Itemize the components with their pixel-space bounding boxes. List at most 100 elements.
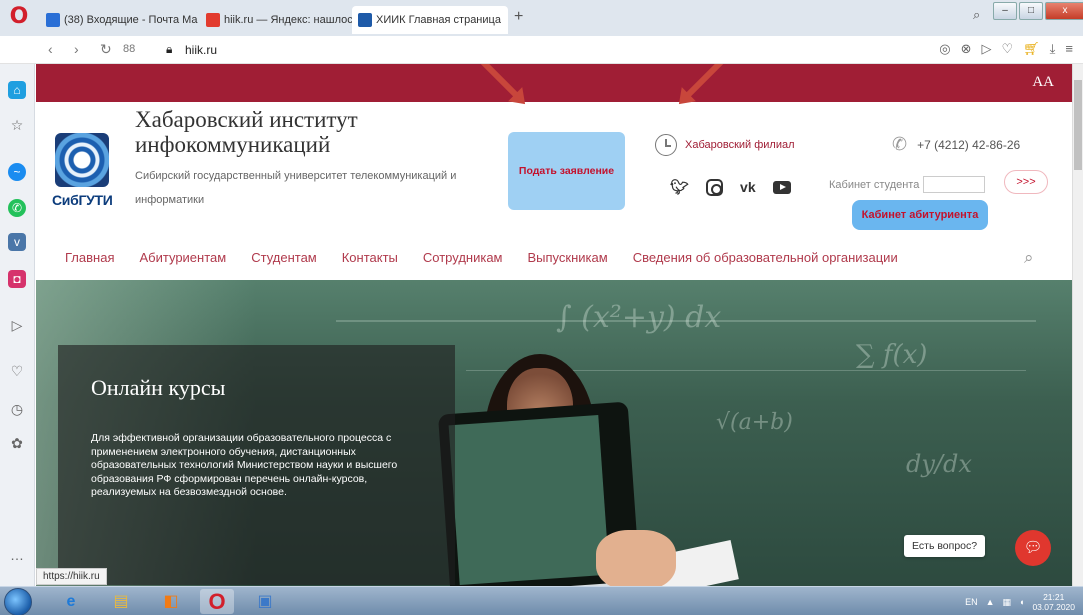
scrollbar-thumb[interactable] [1074, 80, 1082, 170]
institute-title: Хабаровский институт инфокоммуникаций [135, 107, 358, 157]
download-icon[interactable]: ⤓ [1050, 41, 1056, 57]
apply-button[interactable]: Подать заявление [508, 132, 625, 210]
taskbar-clock[interactable]: 21:21 03.07.2020 [1032, 592, 1075, 612]
tablet-screen [448, 414, 610, 586]
hero-text: Для эффективной организации образователь… [91, 432, 398, 499]
student-cabinet-input[interactable] [923, 176, 986, 193]
extensions-icon[interactable]: ✿ [8, 434, 26, 452]
more-icon[interactable]: … [8, 546, 26, 564]
twitter-icon[interactable]: 🐦︎ [670, 178, 689, 196]
tab-hiik[interactable]: ХИИК Главная страница ✕ [352, 6, 508, 34]
cart-icon[interactable]: 🛒︎ [1023, 41, 1040, 57]
explorer-taskbar-icon[interactable]: ▤ [104, 589, 138, 614]
font-size-toggle[interactable]: AA [1032, 74, 1054, 91]
instagram-icon[interactable]: ◘ [8, 270, 26, 288]
youtube-icon[interactable] [772, 180, 791, 194]
ie-taskbar-icon[interactable]: e [54, 589, 88, 614]
address-bar-actions: ◎ ⊗ ▷ ♡ 🛒︎ ⤓ ≡ [939, 41, 1073, 57]
opera-sidebar: ⌂ ☆ ~ ✆ v ◘ ▷ ♡ ◷ ✿ … [0, 64, 35, 586]
flow-icon[interactable]: ▷ [8, 316, 26, 334]
hand [596, 530, 676, 586]
clock-icon [655, 134, 677, 156]
star-icon[interactable]: ☆ [8, 116, 26, 134]
address-bar: ‹ › ↻ 88 🔒︎ hiik.ru ◎ ⊗ ▷ ♡ 🛒︎ ⤓ ≡ [0, 36, 1083, 64]
student-cabinet-label: Кабинет студента [829, 178, 920, 191]
share-icon[interactable]: ▷ [981, 41, 991, 57]
snapshot-icon[interactable]: ◎ [939, 41, 950, 57]
adblock-icon[interactable]: ⊗ [961, 41, 972, 57]
instagram-link-icon[interactable] [706, 178, 724, 196]
network-icon[interactable]: ▦ [1003, 597, 1012, 608]
close-window-button[interactable]: x [1045, 2, 1083, 20]
language-indicator[interactable]: EN [965, 597, 978, 607]
windows-taskbar: e ▤ ◧ O ▣ EN ▲ ▦ ◖ 21:21 03.07.2020 [0, 586, 1083, 615]
forward-button[interactable]: › [74, 41, 79, 57]
whatsapp-icon[interactable]: ✆ [8, 199, 26, 217]
clipboard-taskbar-icon[interactable]: ▣ [248, 589, 282, 614]
easy-setup-icon[interactable]: ≡ [1065, 41, 1073, 57]
hero-banner: ∫ (x²+y) dx ∑ f(x) √(a+b) dy/dx Онлайн к… [36, 280, 1072, 586]
hero-title[interactable]: Онлайн курсы [91, 375, 225, 401]
chat-icon[interactable]: 💬︎ [1015, 530, 1051, 566]
url-field[interactable]: hiik.ru [185, 43, 217, 57]
clock-time: 21:21 [1043, 592, 1065, 602]
nav-item-home[interactable]: Главная [65, 250, 114, 265]
board-formula: √(a+b) [716, 410, 793, 435]
webpage: AA СибГУТИ Хабаровский институт инфокомм… [36, 64, 1072, 586]
vk-link-icon[interactable]: vk [740, 179, 756, 195]
tray-expand-icon[interactable]: ▲ [986, 597, 995, 607]
applicant-cabinet-button[interactable]: Кабинет абитуриента [852, 200, 988, 230]
institute-subtitle: Сибирский государственный университет те… [135, 170, 457, 206]
window-controls: – □ x [993, 2, 1083, 24]
hiik-favicon-icon [358, 13, 372, 27]
chat-prompt[interactable]: Есть вопрос? [904, 535, 986, 557]
lock-icon: 🔒︎ [166, 42, 173, 56]
history-icon[interactable]: ◷ [8, 400, 26, 418]
tab-label: hiik.ru — Яндекс: нашлось [224, 14, 352, 26]
home-icon[interactable]: ⌂ [8, 81, 26, 99]
minimize-button[interactable]: – [993, 2, 1017, 20]
messenger-icon[interactable]: ~ [8, 163, 26, 181]
opera-menu-icon[interactable]: O [6, 4, 32, 30]
system-tray: EN ▲ ▦ ◖ 21:21 03.07.2020 [965, 592, 1075, 612]
tab-yandex[interactable]: hiik.ru — Яндекс: нашлось ✕ [200, 6, 352, 34]
bookmark-heart-icon[interactable]: ♡ [1001, 41, 1013, 57]
browser-tab-strip: O (38) Входящие - Почта Ма ✕ hiik.ru — Я… [0, 0, 1083, 36]
nav-item-students[interactable]: Студентам [251, 250, 317, 265]
phone-contact: ✆ +7 (4212) 42-86-26 [892, 134, 1020, 155]
media-player-taskbar-icon[interactable]: ◧ [154, 589, 188, 614]
nav-item-graduates[interactable]: Выпускникам [528, 250, 608, 265]
tab-search-icon[interactable]: ⌕ [973, 7, 980, 23]
reload-button[interactable]: ↻ [100, 41, 112, 58]
top-bar: AA [36, 64, 1072, 102]
sibguti-logo-icon[interactable] [55, 133, 109, 187]
vk-icon[interactable]: v [8, 233, 26, 251]
phone-icon: ✆ [892, 134, 908, 154]
heart-icon[interactable]: ♡ [8, 362, 26, 380]
speed-dial-button[interactable]: 88 [123, 43, 135, 55]
back-button[interactable]: ‹ [48, 41, 53, 57]
status-url: https://hiik.ru [36, 568, 107, 585]
board-formula: dy/dx [906, 450, 972, 478]
volume-icon[interactable]: ◖ [1019, 597, 1024, 607]
student-cabinet-go-button[interactable]: >>> [1004, 170, 1048, 194]
board-formula: ∫ (x²+y) dx [556, 300, 722, 335]
board-formula: ∑ f(x) [856, 340, 928, 370]
nav-item-applicants[interactable]: Абитуриентам [139, 250, 226, 265]
clock-date: 03.07.2020 [1032, 602, 1075, 612]
start-button[interactable] [4, 588, 32, 615]
nav-item-staff[interactable]: Сотрудникам [423, 250, 503, 265]
main-nav: Главная Абитуриентам Студентам Контакты … [65, 250, 923, 265]
new-tab-button[interactable]: + [514, 8, 523, 26]
search-icon[interactable]: ⌕ [1024, 248, 1034, 268]
nav-item-organization-info[interactable]: Сведения об образовательной организации [633, 250, 898, 265]
nav-item-contacts[interactable]: Контакты [342, 250, 398, 265]
branch-link[interactable]: Хабаровский филиал [655, 134, 795, 156]
tab-label: ХИИК Главная страница [376, 14, 501, 26]
student-cabinet: Кабинет студента [829, 176, 986, 193]
opera-taskbar-icon[interactable]: O [200, 589, 234, 614]
tab-label: (38) Входящие - Почта Ма [64, 14, 198, 26]
tab-mail[interactable]: (38) Входящие - Почта Ма ✕ [40, 6, 200, 34]
maximize-button[interactable]: □ [1019, 2, 1043, 20]
branch-label: Хабаровский филиал [685, 139, 795, 151]
